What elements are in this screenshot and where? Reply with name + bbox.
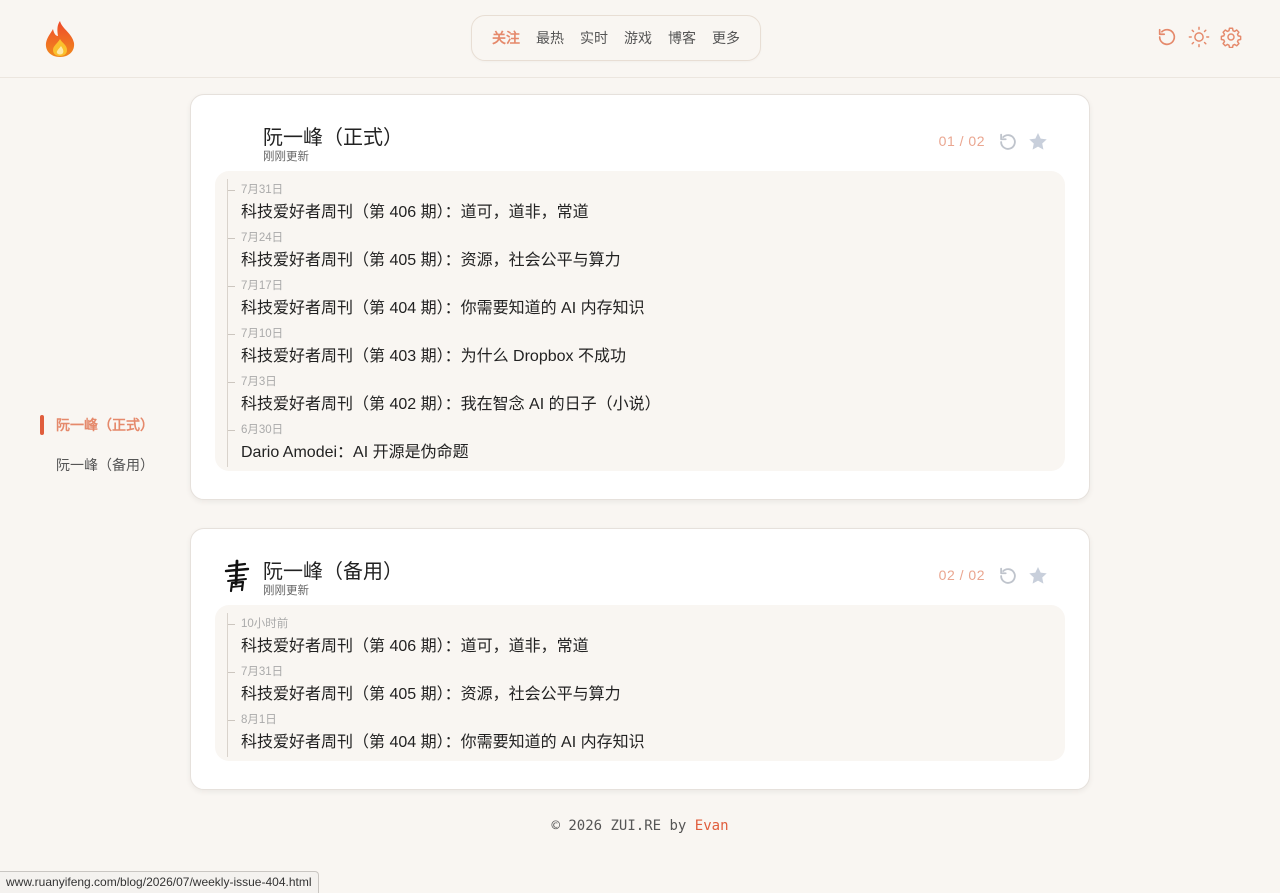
- list-item[interactable]: 7月3日 科技爱好者周刊（第 402 期）：我在智念 AI 的日子（小说）: [227, 371, 1065, 419]
- item-title-link[interactable]: 科技爱好者周刊（第 402 期）：我在智念 AI 的日子（小说）: [241, 392, 1065, 418]
- item-date: 7月31日: [241, 184, 284, 196]
- calligraphy-avatar-icon: [224, 559, 250, 593]
- footer: © 2026 ZUI.RE by Evan: [0, 818, 1280, 834]
- item-title-link[interactable]: 科技爱好者周刊（第 404 期）：你需要知道的 AI 内存知识: [241, 296, 1065, 322]
- fire-logo-icon[interactable]: [42, 19, 78, 59]
- item-date: 8月1日: [241, 714, 277, 726]
- header-actions: [1156, 26, 1242, 48]
- item-date: 7月17日: [241, 280, 284, 292]
- card-title[interactable]: 阮一峰（备用）: [263, 555, 403, 584]
- card-header: 阮一峰（正式） 刚刚更新 01 / 02: [191, 95, 1089, 171]
- avatar: [221, 123, 253, 159]
- item-title-link[interactable]: 科技爱好者周刊（第 406 期）：道可，道非，常道: [241, 634, 1065, 660]
- card-header: 阮一峰（备用） 刚刚更新 02 / 02: [191, 529, 1089, 605]
- tab-hottest[interactable]: 最热: [528, 15, 572, 61]
- item-title-link[interactable]: 科技爱好者周刊（第 405 期）：资源，社会公平与算力: [241, 248, 1065, 274]
- top-bar: 关注 最热 实时 游戏 博客 更多: [0, 0, 1280, 78]
- card-update-status: 刚刚更新: [263, 151, 309, 163]
- category-nav: 关注 最热 实时 游戏 博客 更多: [471, 15, 761, 61]
- refresh-icon[interactable]: [997, 131, 1019, 153]
- item-date: 7月10日: [241, 328, 284, 340]
- item-date: 6月30日: [241, 424, 284, 436]
- card-title[interactable]: 阮一峰（正式）: [263, 121, 403, 150]
- status-url-tooltip: www.ruanyifeng.com/blog/2026/07/weekly-i…: [0, 871, 319, 893]
- sidebar: 阮一峰（正式） 阮一峰（备用）: [40, 414, 154, 494]
- item-date: 10小时前: [241, 618, 289, 630]
- tab-following[interactable]: 关注: [484, 15, 528, 61]
- card-page-indicator: 02 / 02: [938, 567, 985, 583]
- sidebar-item-official[interactable]: 阮一峰（正式）: [40, 414, 154, 436]
- card-page-indicator: 01 / 02: [938, 133, 985, 149]
- list-item[interactable]: 7月31日 科技爱好者周刊（第 406 期）：道可，道非，常道: [227, 179, 1065, 227]
- footer-author-link[interactable]: Evan: [695, 818, 729, 834]
- footer-copyright: © 2026 ZUI.RE by: [551, 818, 695, 834]
- card-update-status: 刚刚更新: [263, 585, 309, 597]
- star-icon[interactable]: [1027, 565, 1049, 587]
- item-title-link[interactable]: 科技爱好者周刊（第 403 期）：为什么 Dropbox 不成功: [241, 344, 1065, 370]
- feed-card-official: 阮一峰（正式） 刚刚更新 01 / 02 7月31日 科技爱好者周刊（第 406…: [190, 94, 1090, 500]
- tab-games[interactable]: 游戏: [616, 15, 660, 61]
- tab-more[interactable]: 更多: [704, 15, 748, 61]
- item-title-link[interactable]: 科技爱好者周刊（第 405 期）：资源，社会公平与算力: [241, 682, 1065, 708]
- feed-card-backup: 阮一峰（备用） 刚刚更新 02 / 02 10小时前 科技爱好者周刊（第 406…: [190, 528, 1090, 790]
- list-item[interactable]: 7月10日 科技爱好者周刊（第 403 期）：为什么 Dropbox 不成功: [227, 323, 1065, 371]
- article-list: 10小时前 科技爱好者周刊（第 406 期）：道可，道非，常道 7月31日 科技…: [215, 605, 1065, 761]
- list-item[interactable]: 7月31日 科技爱好者周刊（第 405 期）：资源，社会公平与算力: [227, 661, 1065, 709]
- tab-realtime[interactable]: 实时: [572, 15, 616, 61]
- article-list: 7月31日 科技爱好者周刊（第 406 期）：道可，道非，常道 7月24日 科技…: [215, 171, 1065, 471]
- item-title-link[interactable]: 科技爱好者周刊（第 406 期）：道可，道非，常道: [241, 200, 1065, 226]
- tab-blogs[interactable]: 博客: [660, 15, 704, 61]
- list-item[interactable]: 6月30日 Dario Amodei：AI 开源是伪命题: [227, 419, 1065, 467]
- item-date: 7月24日: [241, 232, 284, 244]
- item-date: 7月31日: [241, 666, 284, 678]
- item-title-link[interactable]: 科技爱好者周刊（第 404 期）：你需要知道的 AI 内存知识: [241, 730, 1065, 756]
- history-icon[interactable]: [1156, 26, 1178, 48]
- sun-icon[interactable]: [1188, 26, 1210, 48]
- item-date: 7月3日: [241, 376, 277, 388]
- list-item[interactable]: 8月1日 科技爱好者周刊（第 404 期）：你需要知道的 AI 内存知识: [227, 709, 1065, 757]
- list-item[interactable]: 10小时前 科技爱好者周刊（第 406 期）：道可，道非，常道: [227, 613, 1065, 661]
- refresh-icon[interactable]: [997, 565, 1019, 587]
- item-title-link[interactable]: Dario Amodei：AI 开源是伪命题: [241, 440, 1065, 466]
- list-item[interactable]: 7月17日 科技爱好者周刊（第 404 期）：你需要知道的 AI 内存知识: [227, 275, 1065, 323]
- sidebar-item-backup[interactable]: 阮一峰（备用）: [40, 454, 154, 476]
- list-item[interactable]: 7月24日 科技爱好者周刊（第 405 期）：资源，社会公平与算力: [227, 227, 1065, 275]
- gear-icon[interactable]: [1220, 26, 1242, 48]
- star-icon[interactable]: [1027, 131, 1049, 153]
